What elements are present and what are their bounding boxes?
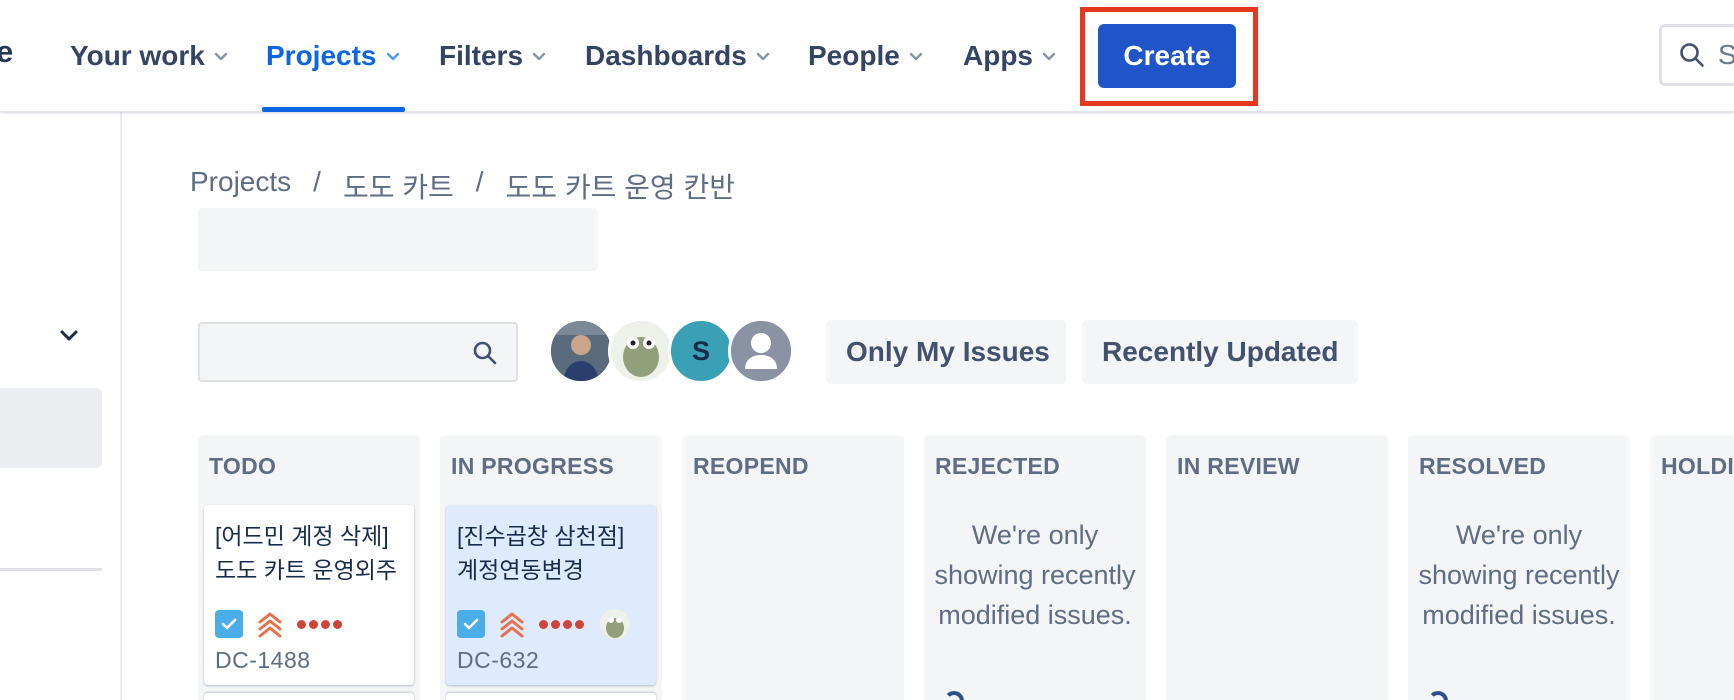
avatar[interactable]: S <box>668 318 734 384</box>
issue-card[interactable]: [진수곱창 삼천점] 계정연동변경 DC-632 <box>446 505 656 685</box>
nav-people-label: People <box>808 40 900 71</box>
issue-card-meta <box>215 609 342 639</box>
breadcrumb-separator: / <box>475 166 484 197</box>
nav-filters-label: Filters <box>439 40 524 71</box>
highest-priority-icon <box>500 612 524 638</box>
nav-apps-label: Apps <box>963 40 1033 71</box>
search-icon <box>1678 41 1706 69</box>
nav-projects[interactable]: Projects <box>262 0 404 112</box>
column-header: REOPEND <box>693 453 809 479</box>
nav-apps[interactable]: Apps <box>963 0 1057 112</box>
empty-column-message: We're only showing recently modified iss… <box>1418 520 1620 630</box>
story-points-dots-icon <box>539 619 584 629</box>
column-header: IN REVIEW <box>1177 453 1300 479</box>
avatar[interactable] <box>548 318 614 384</box>
sidebar-item-selected[interactable] <box>0 388 102 468</box>
column-header: HOLDI <box>1661 453 1734 479</box>
only-my-issues-filter[interactable]: Only My Issues <box>826 320 1066 384</box>
chevron-down-icon <box>1041 48 1057 64</box>
column-header: IN PROGRESS <box>451 453 615 479</box>
nav-projects-label: Projects <box>266 40 377 71</box>
issue-key[interactable]: DC-1488 <box>215 647 311 674</box>
board-search-input[interactable] <box>198 322 518 382</box>
chevron-down-icon <box>908 48 924 64</box>
recently-updated-filter[interactable]: Recently Updated <box>1082 320 1358 384</box>
issue-card[interactable] <box>446 693 656 700</box>
nav-dashboards[interactable]: Dashboards <box>585 0 771 112</box>
breadcrumb-separator: / <box>313 166 321 197</box>
avatar[interactable] <box>728 318 794 384</box>
column-header: RESOLVED <box>1419 453 1547 479</box>
chevron-down-icon <box>385 48 401 64</box>
issue-card-title: [진수곱창 삼천점] 계정연동변경 <box>457 523 625 583</box>
story-points-dots-icon <box>297 619 342 629</box>
board-column-in-progress: IN PROGRESS [진수곱창 삼천점] 계정연동변경 DC-632 <box>440 435 662 700</box>
board-column-reopend: REOPEND <box>682 435 904 700</box>
breadcrumb-projects[interactable]: Projects <box>190 166 291 206</box>
loading-spinner-icon <box>944 691 964 700</box>
avatar[interactable] <box>600 609 630 639</box>
issue-card-meta <box>457 609 630 639</box>
empty-column-message: We're only showing recently modified iss… <box>934 520 1136 630</box>
avatar[interactable] <box>608 318 674 384</box>
breadcrumb-project[interactable]: 도도 카트 <box>343 166 454 206</box>
nav-your-work-label: Your work <box>70 40 205 71</box>
search-icon <box>473 341 497 365</box>
issue-card-title: [어드민 계정 삭제] 도도 카트 운영외주 <box>215 523 398 583</box>
page-title-placeholder <box>198 208 598 271</box>
checkbox-task-icon <box>215 610 243 638</box>
board-column-holding: HOLDI <box>1650 435 1734 700</box>
board-column-in-review: IN REVIEW <box>1166 435 1388 700</box>
breadcrumb-board[interactable]: 도도 카트 운영 칸반 <box>506 166 735 206</box>
issue-card[interactable] <box>204 693 414 700</box>
checkbox-task-icon <box>457 610 485 638</box>
nav-filters[interactable]: Filters <box>439 0 547 112</box>
breadcrumb: Projects / 도도 카트 / 도도 카트 운영 칸반 <box>190 166 735 206</box>
nav-your-work[interactable]: Your work <box>70 0 229 112</box>
board-column-resolved: RESOLVED We're only showing recently mod… <box>1408 435 1630 700</box>
loading-spinner-icon <box>1428 691 1448 700</box>
create-button[interactable]: Create <box>1098 24 1236 88</box>
issue-card[interactable]: [어드민 계정 삭제] 도도 카트 운영외주 DC-1488 <box>204 505 414 685</box>
nav-dashboards-label: Dashboards <box>585 40 747 71</box>
search-placeholder: S <box>1718 39 1734 70</box>
board-column-todo: TODO [어드민 계정 삭제] 도도 카트 운영외주 DC-1488 <box>198 435 420 700</box>
column-header: TODO <box>209 453 277 479</box>
issue-key[interactable]: DC-632 <box>457 647 539 674</box>
chevron-down-icon <box>755 48 771 64</box>
highest-priority-icon <box>258 612 282 638</box>
sidebar-divider <box>0 568 102 571</box>
nav-people[interactable]: People <box>808 0 924 112</box>
chevron-down-icon <box>213 48 229 64</box>
column-header: REJECTED <box>935 453 1061 479</box>
chevron-down-icon[interactable] <box>58 324 80 346</box>
chevron-down-icon <box>531 48 547 64</box>
top-navigation: e Your work Projects Filters Dashboards … <box>0 0 1734 112</box>
product-logo-fragment[interactable]: e <box>0 34 13 70</box>
project-sidebar <box>0 112 122 700</box>
global-search-input[interactable]: S <box>1659 24 1734 86</box>
board-column-rejected: REJECTED We're only showing recently mod… <box>924 435 1146 700</box>
